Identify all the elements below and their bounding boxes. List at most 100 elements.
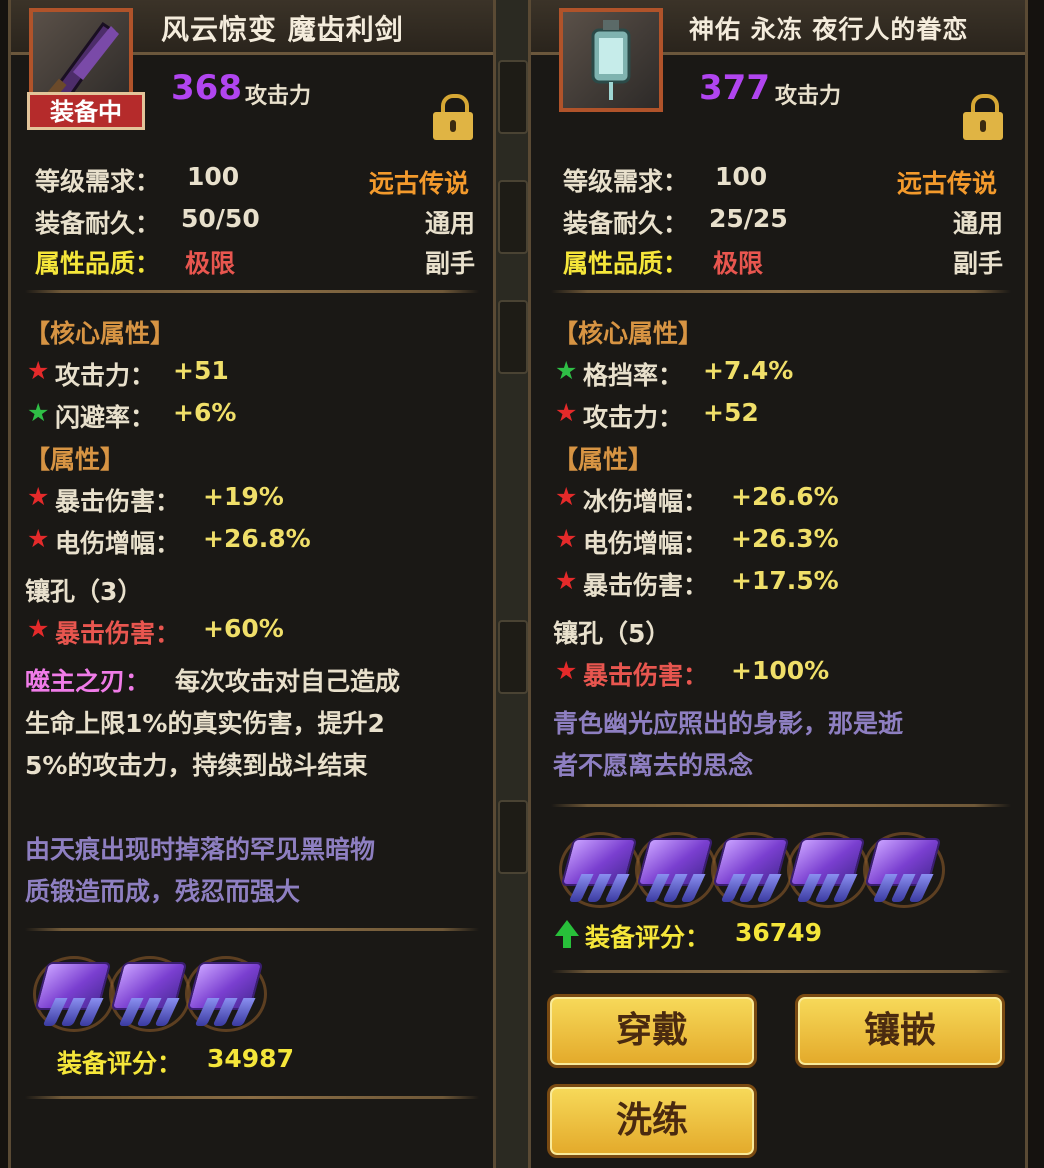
stat-name: 攻击力： xyxy=(583,403,684,432)
core-attributes-header: 【核心属性】 xyxy=(553,319,704,348)
socket-label: 镶孔（3） xyxy=(25,577,143,606)
socket-stat-value: +60% xyxy=(203,614,284,643)
attack-label: 攻击力 xyxy=(775,84,842,109)
gem-icon xyxy=(633,832,719,908)
level-req-value: 100 xyxy=(715,162,768,191)
stat-name: 攻击力： xyxy=(55,361,156,390)
green-up-arrow-stem xyxy=(563,934,571,948)
socket-stat-name: 暴击伤害： xyxy=(55,619,181,648)
lore-text: 者不愿离去的思念 xyxy=(553,751,754,780)
rarity-label: 远古传说 xyxy=(897,169,998,198)
socket-stat-value: +100% xyxy=(731,656,830,685)
divider xyxy=(551,290,1011,293)
durability-value: 50/50 xyxy=(181,204,260,233)
stat-name: 电伤增幅： xyxy=(583,529,709,558)
score-label: 装备评分： xyxy=(585,923,711,952)
skill-description: 每次攻击对自己造成 xyxy=(175,667,401,696)
inlay-button[interactable]: 镶嵌 xyxy=(795,994,1005,1068)
durability-label: 装备耐久： xyxy=(563,209,689,238)
star-icon: ★ xyxy=(27,482,50,511)
level-req-label: 等级需求： xyxy=(35,167,161,196)
lore-text: 质锻造而成，残忍而强大 xyxy=(25,877,301,906)
divider xyxy=(25,928,479,931)
gem-icon xyxy=(709,832,795,908)
durability-label: 装备耐久： xyxy=(35,209,161,238)
attributes-header: 【属性】 xyxy=(25,445,126,474)
lore-text: 由天痕出现时掉落的罕见黑暗物 xyxy=(25,835,376,864)
stat-name: 闪避率： xyxy=(55,403,156,432)
divider xyxy=(25,290,479,293)
item-title: 神佑 永冻 夜行人的眷恋 xyxy=(689,15,969,44)
rarity-label: 远古传说 xyxy=(369,169,470,198)
quality-label: 属性品质： xyxy=(35,249,161,278)
item-detail-panel-equipped: 装备中 风云惊变 魔齿利剑 368 攻击力 等级需求： 100 远古传说 装备耐… xyxy=(8,0,496,1168)
gem-icon xyxy=(785,832,871,908)
skill-description: 5%的攻击力，持续到战斗结束 xyxy=(25,751,368,780)
attack-value: 377 xyxy=(699,68,770,108)
background-strip xyxy=(494,0,530,1168)
star-icon: ★ xyxy=(27,356,50,385)
background-slot xyxy=(498,300,528,374)
stat-value: +7.4% xyxy=(703,356,794,385)
divider xyxy=(551,970,1011,973)
stat-name: 格挡率： xyxy=(583,361,684,390)
item-title: 风云惊变 魔齿利剑 xyxy=(161,13,404,46)
class-label: 通用 xyxy=(953,209,1004,238)
star-icon: ★ xyxy=(27,524,50,553)
star-icon: ★ xyxy=(555,398,578,427)
stat-name: 暴击伤害： xyxy=(583,571,709,600)
class-label: 通用 xyxy=(425,209,476,238)
star-icon: ★ xyxy=(555,566,578,595)
score-label: 装备评分： xyxy=(57,1049,183,1078)
gem-icon xyxy=(31,956,117,1032)
lock-icon[interactable] xyxy=(433,94,473,140)
star-icon: ★ xyxy=(555,656,578,685)
attack-label: 攻击力 xyxy=(245,84,312,109)
slot-label: 副手 xyxy=(425,249,476,278)
gem-icon xyxy=(107,956,193,1032)
background-slot xyxy=(498,60,528,134)
star-icon: ★ xyxy=(27,614,50,643)
lore-text: 青色幽光应照出的身影，那是逝 xyxy=(553,709,904,738)
stat-value: +6% xyxy=(173,398,237,427)
quality-value: 极限 xyxy=(185,249,236,278)
stat-value: +26.6% xyxy=(731,482,839,511)
stat-name: 暴击伤害： xyxy=(55,487,181,516)
item-detail-panel-compare: 神佑 永冻 夜行人的眷恋 377 攻击力 等级需求： 100 远古传说 装备耐久… xyxy=(528,0,1028,1168)
attack-value: 368 xyxy=(171,68,242,108)
star-icon: ★ xyxy=(555,524,578,553)
equipped-badge: 装备中 xyxy=(27,92,145,130)
skill-description: 生命上限1%的真实伤害，提升2 xyxy=(25,709,385,738)
refine-button[interactable]: 洗练 xyxy=(547,1084,757,1158)
lock-icon[interactable] xyxy=(963,94,1003,140)
socket-label: 镶孔（5） xyxy=(553,619,671,648)
level-req-label: 等级需求： xyxy=(563,167,689,196)
stat-value: +51 xyxy=(173,356,229,385)
durability-value: 25/25 xyxy=(709,204,788,233)
level-req-value: 100 xyxy=(187,162,240,191)
stat-value: +26.3% xyxy=(731,524,839,553)
lantern-icon xyxy=(591,20,631,100)
gem-icon xyxy=(861,832,947,908)
divider xyxy=(25,1096,479,1099)
stat-value: +26.8% xyxy=(203,524,311,553)
gem-icon xyxy=(557,832,643,908)
socket-stat-name: 暴击伤害： xyxy=(583,661,709,690)
score-value: 36749 xyxy=(735,918,822,947)
slot-label: 副手 xyxy=(953,249,1004,278)
stat-value: +19% xyxy=(203,482,284,511)
gem-icon xyxy=(183,956,269,1032)
core-attributes-header: 【核心属性】 xyxy=(25,319,176,348)
star-icon: ★ xyxy=(555,356,578,385)
star-icon: ★ xyxy=(27,398,50,427)
stat-value: +17.5% xyxy=(731,566,839,595)
star-icon: ★ xyxy=(555,482,578,511)
wear-button[interactable]: 穿戴 xyxy=(547,994,757,1068)
skill-name: 噬主之刃： xyxy=(25,667,151,696)
stat-value: +52 xyxy=(703,398,759,427)
divider xyxy=(551,804,1011,807)
stat-name: 冰伤增幅： xyxy=(583,487,709,516)
background-slot xyxy=(498,180,528,254)
attributes-header: 【属性】 xyxy=(553,445,654,474)
lantern-item-icon xyxy=(559,8,663,112)
